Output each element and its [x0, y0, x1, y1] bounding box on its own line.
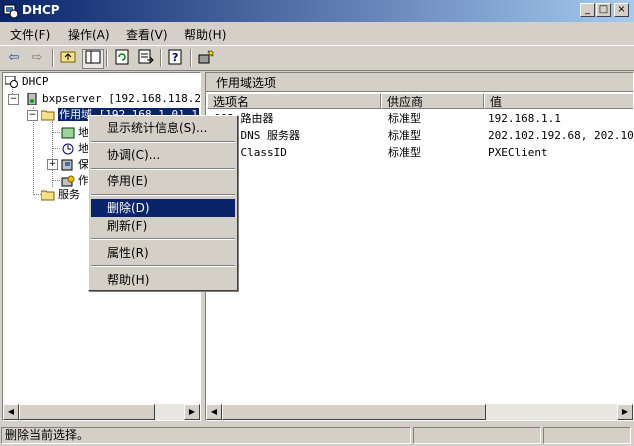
title-bar[interactable]: DHCP _ □ ×	[0, 0, 634, 22]
right-horizontal-scrollbar[interactable]: ◀ ▶	[206, 404, 633, 420]
tree-item-dhcp-root[interactable]: DHCP	[5, 74, 49, 90]
column-header-vendor[interactable]: 供应商	[381, 93, 484, 109]
tree-label: DHCP	[22, 75, 49, 88]
scroll-thumb[interactable]	[19, 404, 155, 420]
value-cell: 202.102.192.68, 202.102.	[488, 129, 633, 142]
collapse-icon[interactable]: −	[8, 94, 19, 105]
menu-item-delete[interactable]: 删除(D)	[91, 199, 235, 217]
tree-label: bxpserver [192.168.118.201	[42, 92, 201, 105]
show-hide-tree-icon[interactable]	[82, 49, 104, 69]
tree-label: 服务	[58, 188, 80, 201]
forward-arrow-icon[interactable]: ⇨	[27, 49, 47, 67]
tree-item-server[interactable]: bxpserver [192.168.118.201	[25, 91, 201, 107]
menu-separator	[91, 141, 235, 143]
menu-item-properties[interactable]: 属性(R)	[91, 244, 235, 262]
scroll-right-icon[interactable]: ▶	[184, 404, 200, 420]
option-name-cell: 006 DNS 服务器	[214, 129, 300, 142]
scroll-right-icon[interactable]: ▶	[617, 404, 633, 420]
menu-bar: 文件(F) 操作(A) 查看(V) 帮助(H)	[0, 22, 634, 44]
pane-title-bar: 作用域选项	[206, 73, 633, 92]
status-bar: 删除当前选择。	[0, 425, 634, 446]
menu-item-help[interactable]: 帮助(H)	[91, 271, 235, 289]
scroll-left-icon[interactable]: ◀	[206, 404, 222, 420]
menu-file[interactable]: 文件(F)	[10, 26, 50, 43]
folder-open-icon	[41, 110, 55, 121]
menu-item-refresh[interactable]: 刷新(F)	[91, 217, 235, 235]
help-icon[interactable]: ?	[166, 49, 186, 67]
menu-separator	[91, 238, 235, 240]
context-menu: 显示统计信息(S)... 协调(C)... 停用(E) 删除(D) 刷新(F) …	[88, 115, 238, 291]
scope-options-icon	[61, 175, 75, 187]
option-name-cell: 060 ClassID	[214, 146, 287, 159]
toolbar: ⇦ ⇨ ?	[0, 45, 634, 71]
status-text: 删除当前选择。	[1, 427, 411, 444]
folder-icon	[41, 190, 55, 201]
vendor-cell: 标准型	[388, 112, 421, 125]
close-icon[interactable]: ×	[614, 3, 629, 17]
column-header-option-name[interactable]: 选项名	[207, 93, 381, 109]
reservations-icon	[61, 159, 73, 171]
status-panel-empty	[413, 427, 541, 444]
address-pool-icon	[61, 127, 75, 139]
menu-item-deactivate[interactable]: 停用(E)	[91, 172, 235, 190]
dhcp-console-icon	[5, 76, 18, 88]
value-cell: 192.168.1.1	[488, 112, 561, 125]
vendor-cell: 标准型	[388, 146, 421, 159]
status-panel-empty	[543, 427, 631, 444]
menu-help[interactable]: 帮助(H)	[184, 26, 226, 43]
scroll-thumb[interactable]	[222, 404, 486, 420]
toolbar-separator	[160, 49, 162, 67]
expand-icon[interactable]: +	[47, 159, 58, 170]
option-name-cell: 003 路由器	[214, 112, 274, 125]
details-pane[interactable]: 作用域选项 选项名 供应商 值 003 路由器 标准型 192.168.1.1 …	[205, 72, 634, 421]
tree-item-address-leases[interactable]: 地	[61, 141, 89, 157]
add-server-icon[interactable]	[196, 49, 216, 67]
tree-item-server-options[interactable]: 服务	[41, 187, 80, 203]
menu-separator	[91, 265, 235, 267]
address-leases-icon	[62, 143, 74, 155]
export-list-icon[interactable]	[136, 49, 156, 67]
vendor-cell: 标准型	[388, 129, 421, 142]
server-icon	[27, 93, 37, 105]
pane-title: 作用域选项	[216, 76, 277, 90]
tree-item-address-pool[interactable]: 地	[61, 125, 89, 141]
scroll-left-icon[interactable]: ◀	[3, 404, 19, 420]
svg-text:?: ?	[172, 51, 178, 64]
window-title: DHCP	[22, 3, 60, 17]
menu-item-show-statistics[interactable]: 显示统计信息(S)...	[91, 119, 235, 137]
column-header-value[interactable]: 值	[484, 93, 633, 109]
collapse-icon[interactable]: −	[27, 110, 38, 121]
left-horizontal-scrollbar[interactable]: ◀ ▶	[3, 404, 200, 420]
back-arrow-icon[interactable]: ⇦	[4, 49, 24, 67]
refresh-icon[interactable]	[112, 49, 132, 67]
minimize-icon[interactable]: _	[580, 3, 595, 17]
up-folder-icon[interactable]	[58, 49, 78, 67]
value-cell: PXEClient	[488, 146, 548, 159]
menu-view[interactable]: 查看(V)	[126, 26, 168, 43]
toolbar-separator	[106, 49, 108, 67]
toolbar-separator	[52, 49, 54, 67]
menu-separator	[91, 194, 235, 196]
toolbar-separator	[190, 49, 192, 67]
tree-item-reservations[interactable]: 保	[61, 157, 89, 173]
dhcp-console-icon	[3, 4, 19, 19]
menu-separator	[91, 168, 235, 170]
maximize-icon[interactable]: □	[596, 3, 611, 17]
menu-item-reconcile[interactable]: 协调(C)...	[91, 146, 235, 164]
menu-action[interactable]: 操作(A)	[68, 26, 110, 43]
